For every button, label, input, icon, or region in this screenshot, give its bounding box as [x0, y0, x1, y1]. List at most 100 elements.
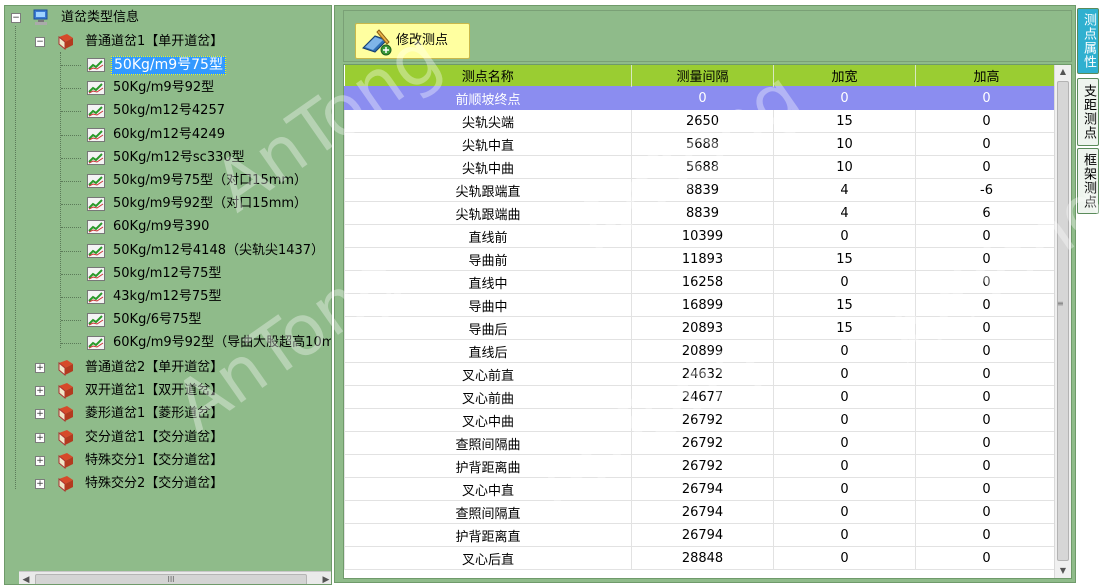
grid-vertical-scrollbar[interactable]: ▲ ≡ ▼: [1054, 65, 1071, 578]
table-cell[interactable]: 0: [915, 477, 1058, 501]
scroll-thumb[interactable]: III: [35, 574, 307, 584]
table-cell[interactable]: 2650: [631, 109, 774, 133]
table-cell[interactable]: 0: [915, 270, 1058, 294]
table-cell[interactable]: 20899: [631, 339, 774, 363]
table-row[interactable]: 叉心中直 26794 0 0: [344, 477, 1058, 501]
table-cell[interactable]: 0: [915, 155, 1058, 179]
table-cell[interactable]: 0: [915, 500, 1058, 524]
table-row[interactable]: 导曲后 20893 15 0: [344, 316, 1058, 340]
scroll-thumb[interactable]: [1057, 81, 1069, 561]
table-cell[interactable]: 20893: [631, 316, 774, 340]
table-row[interactable]: 直线前 10399 0 0: [344, 224, 1058, 248]
table-cell[interactable]: 10: [773, 155, 916, 179]
table-cell[interactable]: 直线前: [344, 224, 632, 248]
table-cell[interactable]: 8839: [631, 201, 774, 225]
table-row[interactable]: 叉心前直 24632 0 0: [344, 362, 1058, 386]
table-cell[interactable]: 尖轨跟端直: [344, 178, 632, 202]
table-cell[interactable]: 直线中: [344, 270, 632, 294]
table-cell[interactable]: 导曲前: [344, 247, 632, 271]
tab-frame-points[interactable]: 框架测点: [1077, 148, 1099, 214]
table-cell[interactable]: 尖轨中曲: [344, 155, 632, 179]
table-cell[interactable]: 0: [915, 408, 1058, 432]
table-cell[interactable]: 0: [773, 408, 916, 432]
table-cell[interactable]: 16258: [631, 270, 774, 294]
tree-horizontal-scrollbar[interactable]: ◀ III ▶: [19, 571, 331, 584]
table-cell[interactable]: 叉心中直: [344, 477, 632, 501]
table-cell[interactable]: 0: [915, 109, 1058, 133]
table-cell[interactable]: 0: [773, 431, 916, 455]
column-header-interval[interactable]: 测量间隔: [631, 65, 774, 87]
table-cell[interactable]: 26792: [631, 454, 774, 478]
collapse-icon[interactable]: −: [11, 13, 21, 23]
scroll-down-icon[interactable]: ▼: [1055, 564, 1071, 578]
table-cell[interactable]: 15: [773, 109, 916, 133]
table-row[interactable]: 尖轨中直 5688 10 0: [344, 132, 1058, 156]
table-cell[interactable]: 0: [773, 546, 916, 570]
table-cell[interactable]: 26792: [631, 408, 774, 432]
table-cell[interactable]: 0: [915, 431, 1058, 455]
table-row[interactable]: 叉心前曲 24677 0 0: [344, 385, 1058, 409]
column-header-raise[interactable]: 加高: [915, 65, 1058, 87]
tab-point-properties[interactable]: 测点属性: [1077, 8, 1099, 74]
table-row[interactable]: 导曲中 16899 15 0: [344, 293, 1058, 317]
table-cell[interactable]: 15: [773, 293, 916, 317]
scroll-right-icon[interactable]: ▶: [319, 572, 331, 584]
table-cell[interactable]: 直线后: [344, 339, 632, 363]
table-cell[interactable]: -6: [915, 178, 1058, 202]
table-cell[interactable]: 26794: [631, 477, 774, 501]
table-cell[interactable]: 0: [915, 523, 1058, 547]
table-cell[interactable]: 0: [915, 454, 1058, 478]
expand-icon[interactable]: +: [35, 455, 45, 466]
table-cell[interactable]: 0: [773, 523, 916, 547]
table-cell[interactable]: 护背距离直: [344, 523, 632, 547]
table-row[interactable]: 尖轨中曲 5688 10 0: [344, 155, 1058, 179]
collapse-icon[interactable]: −: [35, 37, 45, 47]
table-row[interactable]: 尖轨跟端曲 8839 4 6: [344, 201, 1058, 225]
table-cell[interactable]: 0: [915, 546, 1058, 570]
table-row[interactable]: 前顺坡终点 0 0 0: [344, 86, 1058, 110]
table-cell[interactable]: 查照间隔直: [344, 500, 632, 524]
modify-point-button[interactable]: 修改测点: [355, 23, 470, 59]
table-cell[interactable]: 0: [773, 454, 916, 478]
table-cell[interactable]: 0: [773, 224, 916, 248]
table-cell[interactable]: 10: [773, 132, 916, 156]
table-cell[interactable]: 0: [773, 339, 916, 363]
column-header-widen[interactable]: 加宽: [773, 65, 916, 87]
table-cell[interactable]: 尖轨跟端曲: [344, 201, 632, 225]
table-cell[interactable]: 0: [915, 293, 1058, 317]
table-cell[interactable]: 0: [773, 362, 916, 386]
table-cell[interactable]: 24677: [631, 385, 774, 409]
table-cell[interactable]: 8839: [631, 178, 774, 202]
table-cell[interactable]: 5688: [631, 155, 774, 179]
table-cell[interactable]: 0: [773, 385, 916, 409]
table-row[interactable]: 直线中 16258 0 0: [344, 270, 1058, 294]
table-row[interactable]: 查照间隔曲 26792 0 0: [344, 431, 1058, 455]
table-cell[interactable]: 4: [773, 178, 916, 202]
table-cell[interactable]: 0: [915, 224, 1058, 248]
table-row[interactable]: 查照间隔直 26794 0 0: [344, 500, 1058, 524]
table-cell[interactable]: 0: [915, 385, 1058, 409]
table-row[interactable]: 尖轨跟端直 8839 4 -6: [344, 178, 1058, 202]
table-cell[interactable]: 叉心中曲: [344, 408, 632, 432]
table-cell[interactable]: 前顺坡终点: [344, 86, 632, 110]
table-cell[interactable]: 24632: [631, 362, 774, 386]
table-cell[interactable]: 26794: [631, 500, 774, 524]
table-row[interactable]: 叉心后直 28848 0 0: [344, 546, 1058, 570]
table-cell[interactable]: 0: [773, 500, 916, 524]
expand-icon[interactable]: +: [35, 432, 45, 443]
expand-icon[interactable]: +: [35, 363, 45, 373]
table-cell[interactable]: 26794: [631, 523, 774, 547]
table-row[interactable]: 护背距离曲 26792 0 0: [344, 454, 1058, 478]
table-cell[interactable]: 0: [915, 316, 1058, 340]
column-header-name[interactable]: 测点名称: [344, 65, 632, 87]
table-cell[interactable]: 0: [773, 86, 916, 110]
table-cell[interactable]: 5688: [631, 132, 774, 156]
tab-offset-points[interactable]: 支距测点: [1077, 78, 1099, 146]
table-cell[interactable]: 4: [773, 201, 916, 225]
table-row[interactable]: 尖轨尖端 2650 15 0: [344, 109, 1058, 133]
table-cell[interactable]: 叉心后直: [344, 546, 632, 570]
table-cell[interactable]: 0: [631, 86, 774, 110]
scroll-up-icon[interactable]: ▲: [1055, 65, 1071, 79]
table-cell[interactable]: 15: [773, 247, 916, 271]
table-cell[interactable]: 导曲中: [344, 293, 632, 317]
